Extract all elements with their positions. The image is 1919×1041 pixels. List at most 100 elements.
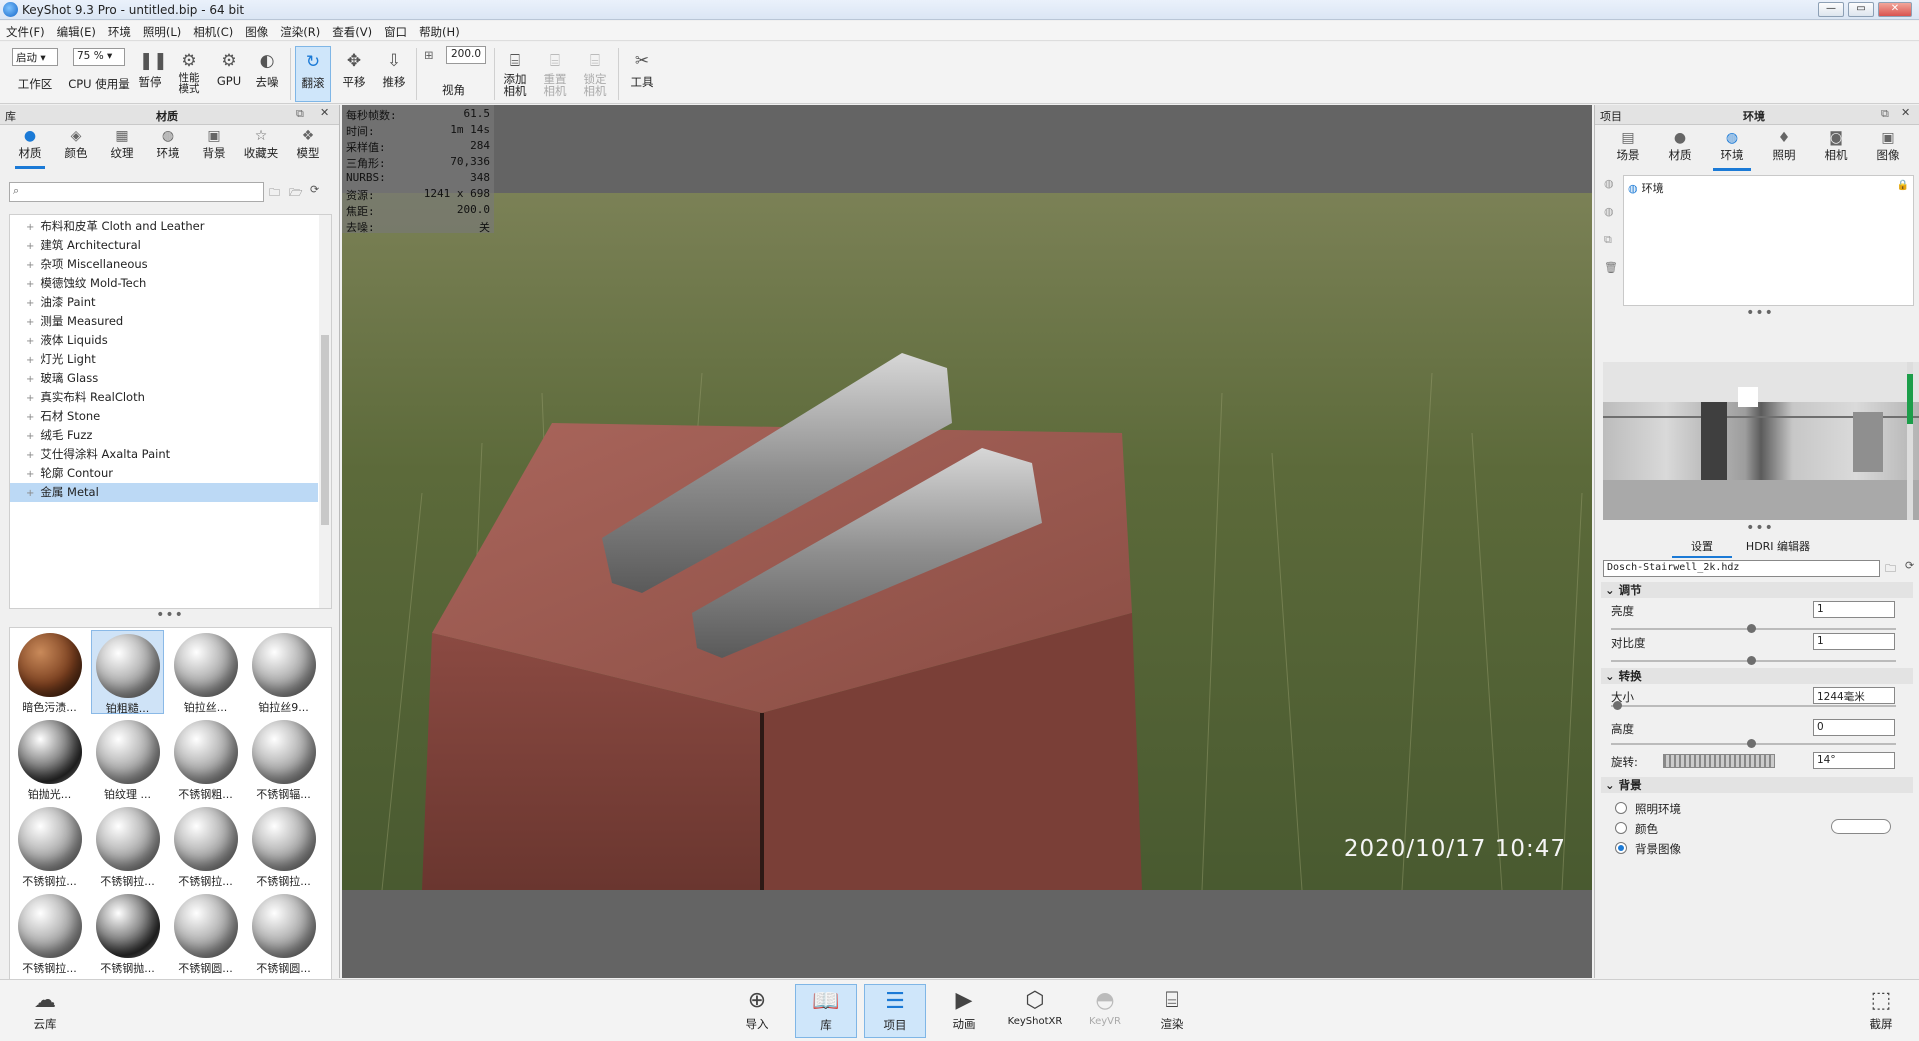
category-item[interactable]: + 杂项 Miscellaneous xyxy=(10,255,318,274)
dolly-button[interactable]: ⇩ 推移 xyxy=(376,46,412,102)
performance-mode-button[interactable]: ⚙ 性能 模式 xyxy=(172,46,206,102)
cpu-select[interactable]: 75 % ▾ xyxy=(73,48,125,66)
category-item[interactable]: + 金属 Metal xyxy=(10,483,318,502)
material-thumbnail[interactable]: 铂拉丝... xyxy=(169,630,242,714)
contrast-input[interactable]: 1 xyxy=(1813,633,1895,650)
contrast-slider-knob[interactable] xyxy=(1746,656,1756,665)
menu-view[interactable]: 查看(V) xyxy=(326,21,378,43)
tab-scene[interactable]: ▤ 场景 xyxy=(1603,129,1653,169)
category-item[interactable]: + 绒毛 Fuzz xyxy=(10,426,318,445)
menu-file[interactable]: 文件(F) xyxy=(0,21,51,43)
category-item[interactable]: + 液体 Liquids xyxy=(10,331,318,350)
close-button[interactable]: ✕ xyxy=(1878,2,1912,17)
tools-button[interactable]: ✂ 工具 xyxy=(624,46,660,102)
expand-icon[interactable]: + xyxy=(26,393,34,404)
material-thumbnail[interactable]: 铂拉丝9... xyxy=(247,630,320,714)
expand-icon[interactable]: + xyxy=(26,317,34,328)
expand-icon[interactable]: + xyxy=(26,469,34,480)
material-thumbnail[interactable]: 不锈钢圆... xyxy=(247,891,320,975)
category-item[interactable]: + 石材 Stone xyxy=(10,407,318,426)
material-thumbnail[interactable]: 不锈钢圆... xyxy=(169,891,242,975)
render-viewport[interactable]: 2020/10/17 10:47 每秒帧数: 61.5 时间: 1m 14s 采样值: 2… xyxy=(342,105,1592,978)
library-search-input[interactable]: ⌕ xyxy=(9,182,264,202)
hdri-preview-image[interactable] xyxy=(1603,362,1919,520)
expand-icon[interactable]: + xyxy=(26,241,34,252)
pan-button[interactable]: ✥ 平移 xyxy=(336,46,372,102)
material-thumbnail[interactable]: 不锈钢拉... xyxy=(13,804,86,888)
pause-button[interactable]: ❚❚ 暂停 xyxy=(134,46,168,102)
maximize-button[interactable]: ▭ xyxy=(1848,2,1874,17)
material-thumbnail[interactable]: 不锈钢拉... xyxy=(169,804,242,888)
library-button[interactable]: 📖 库 xyxy=(795,984,857,1038)
lock-icon[interactable]: 🔒 xyxy=(1897,180,1909,191)
splitter-handle[interactable]: ••• xyxy=(150,607,190,623)
menu-help[interactable]: 帮助(H) xyxy=(413,21,466,43)
expand-icon[interactable]: + xyxy=(26,260,34,271)
bg-image-radio[interactable] xyxy=(1615,842,1627,854)
tab-models[interactable]: ❖ 模型 xyxy=(287,127,329,167)
expand-icon[interactable]: + xyxy=(26,336,34,347)
tab-hdri-editor[interactable]: HDRI 编辑器 xyxy=(1738,538,1818,554)
adjust-section-header[interactable]: ⌄ 调节 xyxy=(1601,582,1913,598)
tumble-button[interactable]: ↻ 翻滚 xyxy=(295,46,331,102)
bg-color-swatch[interactable] xyxy=(1831,819,1891,834)
expand-icon[interactable]: + xyxy=(26,374,34,385)
lock-camera-button[interactable]: ⌸ 锁定 相机 xyxy=(578,46,612,102)
material-thumbnail[interactable]: 不锈钢拉... xyxy=(91,804,164,888)
mode-select[interactable]: 启动 ▾ xyxy=(12,48,58,66)
category-item[interactable]: + 轮廓 Contour xyxy=(10,464,318,483)
close-panel-icon[interactable]: ✕ xyxy=(1901,106,1910,119)
category-item[interactable]: + 灯光 Light xyxy=(10,350,318,369)
reset-camera-button[interactable]: ⌸ 重置 相机 xyxy=(538,46,572,102)
category-item[interactable]: + 模德蚀纹 Mold-Tech xyxy=(10,274,318,293)
keyvr-button[interactable]: ◓ KeyVR xyxy=(1074,984,1136,1038)
material-thumbnail[interactable]: 铂抛光... xyxy=(13,717,86,801)
expand-icon[interactable]: + xyxy=(26,431,34,442)
refresh-icon[interactable]: ⟳ xyxy=(310,183,319,196)
cloud-library-button[interactable]: ☁ 云库 xyxy=(14,984,76,1038)
delete-icon[interactable]: 🗑 xyxy=(1604,261,1618,274)
menu-camera[interactable]: 相机(C) xyxy=(187,21,239,43)
brightness-slider-knob[interactable] xyxy=(1746,624,1756,633)
size-slider[interactable] xyxy=(1611,701,1896,710)
close-panel-icon[interactable]: ✕ xyxy=(320,106,329,119)
height-slider-knob[interactable] xyxy=(1746,739,1756,748)
tab-lighting[interactable]: ♦ 照明 xyxy=(1759,129,1809,169)
material-thumbnail[interactable]: 不锈钢拉... xyxy=(247,804,320,888)
category-item[interactable]: + 油漆 Paint xyxy=(10,293,318,312)
tree-scrollbar[interactable] xyxy=(319,215,331,608)
expand-icon[interactable]: + xyxy=(26,412,34,423)
expand-icon[interactable]: + xyxy=(26,488,34,499)
height-slider[interactable] xyxy=(1611,739,1896,748)
category-item[interactable]: + 布料和皮革 Cloth and Leather xyxy=(10,217,318,236)
material-thumbnail[interactable]: 暗色污渍... xyxy=(13,630,86,714)
tab-material[interactable]: ● 材质 xyxy=(1655,129,1705,169)
material-thumbnail[interactable]: 不锈钢抛... xyxy=(91,891,164,975)
render-image[interactable]: 2020/10/17 10:47 xyxy=(342,193,1592,890)
bg-color-radio[interactable] xyxy=(1615,822,1627,834)
splitter-handle[interactable]: ••• xyxy=(1740,305,1780,321)
import-button[interactable]: ⊕ 导入 xyxy=(726,984,788,1038)
refresh-icon[interactable]: ⟳ xyxy=(1905,559,1914,572)
menu-environment[interactable]: 环境 xyxy=(102,21,137,43)
height-input[interactable]: 0 xyxy=(1813,719,1895,736)
rotation-jog-wheel[interactable] xyxy=(1663,754,1775,768)
tab-favorites[interactable]: ☆ 收藏夹 xyxy=(237,127,285,167)
float-panel-icon[interactable]: ⧉ xyxy=(1881,107,1889,121)
menu-lighting[interactable]: 照明(L) xyxy=(137,21,187,43)
category-item[interactable]: + 建筑 Architectural xyxy=(10,236,318,255)
material-thumbnail[interactable]: 不锈钢辐... xyxy=(247,717,320,801)
category-item[interactable]: + 测量 Measured xyxy=(10,312,318,331)
material-thumbnail[interactable]: 铂粗糙... xyxy=(91,630,164,715)
tab-settings[interactable]: 设置 xyxy=(1672,538,1732,558)
menu-edit[interactable]: 编辑(E) xyxy=(51,21,102,43)
size-input[interactable]: 1244毫米 xyxy=(1813,687,1895,704)
cpu-usage-button[interactable]: CPU 使用量 xyxy=(66,76,132,102)
brightness-input[interactable]: 1 xyxy=(1813,601,1895,618)
menu-image[interactable]: 图像 xyxy=(239,21,274,43)
category-item[interactable]: + 真实布料 RealCloth xyxy=(10,388,318,407)
background-section-header[interactable]: ⌄ 背景 xyxy=(1601,777,1913,793)
rotation-input[interactable]: 14° xyxy=(1813,752,1895,769)
expand-icon[interactable]: + xyxy=(26,279,34,290)
tab-textures[interactable]: ▦ 纹理 xyxy=(101,127,143,167)
